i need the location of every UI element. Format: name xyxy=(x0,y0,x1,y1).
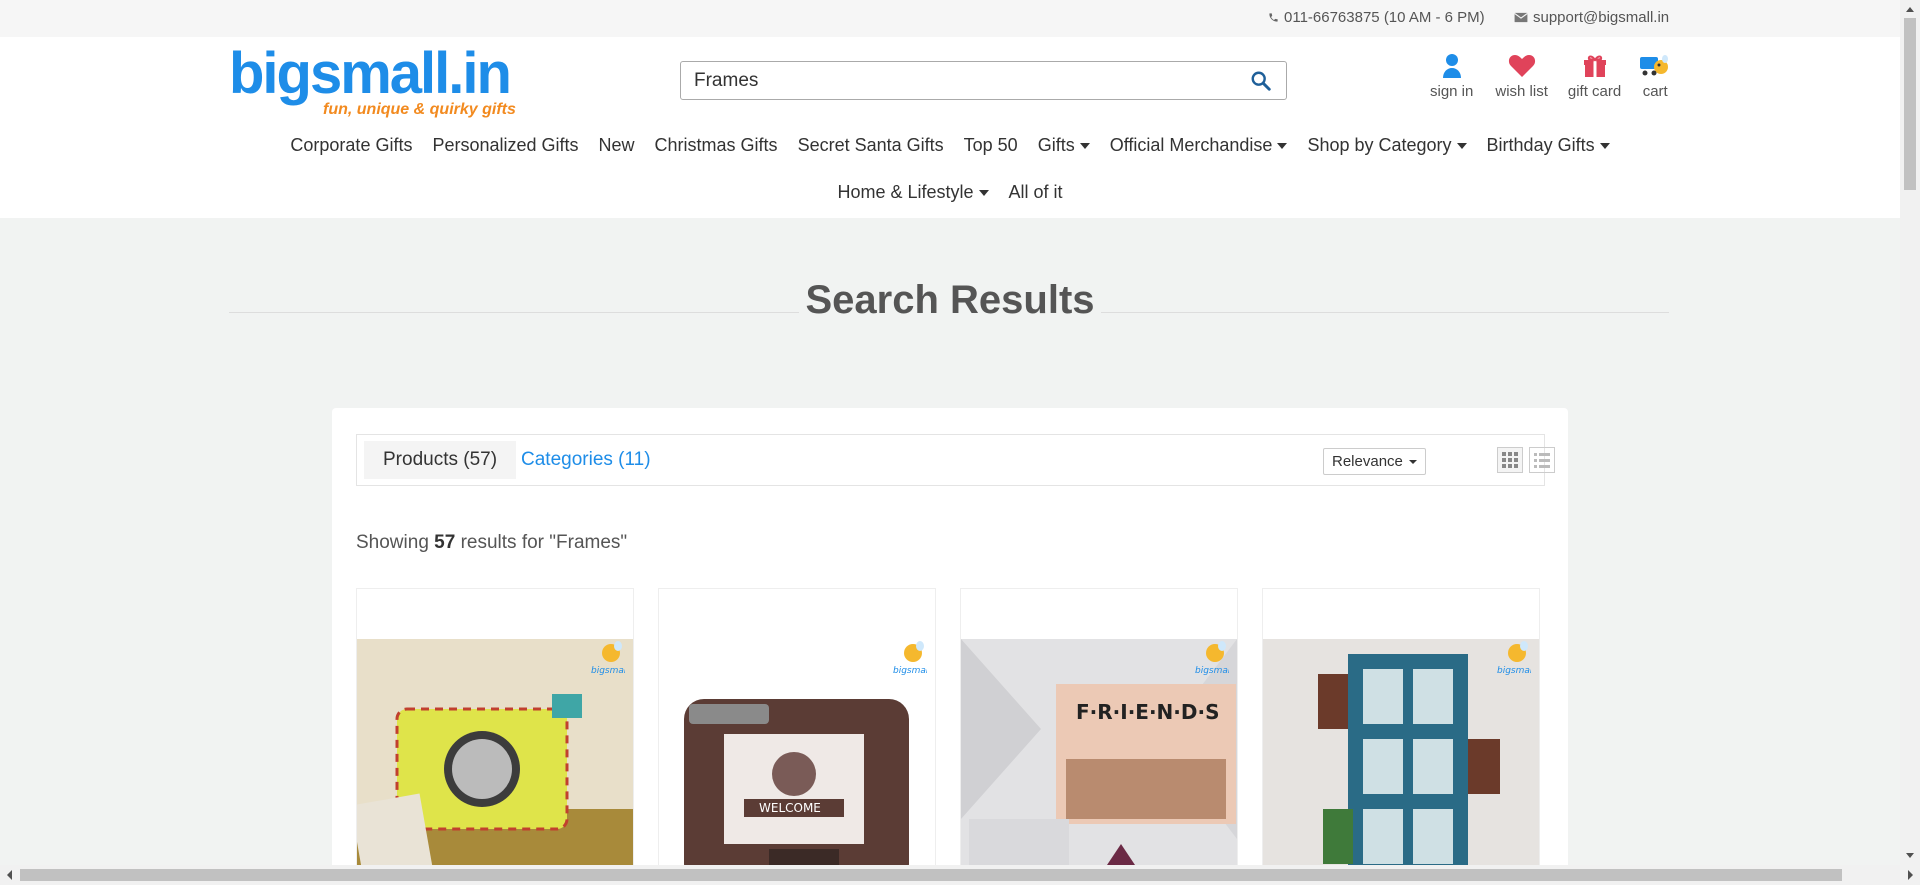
caret-down-icon xyxy=(1408,459,1417,464)
nav-label: Official Merchandise xyxy=(1109,135,1273,155)
svg-text:bigsmall: bigsmall xyxy=(1195,666,1229,676)
phone-text: 011-66763875 (10 AM - 6 PM) xyxy=(1284,9,1485,26)
nav-home-lifestyle[interactable]: Home & Lifestyle xyxy=(827,182,998,203)
search-icon[interactable] xyxy=(1250,70,1272,92)
page-title: Search Results xyxy=(805,278,1095,322)
header: bigsmall.in fun, unique & quirky gifts s… xyxy=(0,37,1900,218)
svg-text:bigsmall: bigsmall xyxy=(1497,666,1531,676)
nav-christmas-gifts[interactable]: Christmas Gifts xyxy=(645,135,788,156)
phone-icon xyxy=(1269,13,1278,22)
wish-list-label: wish list xyxy=(1495,83,1548,100)
nav-secret-santa-gifts[interactable]: Secret Santa Gifts xyxy=(788,135,954,156)
search-box xyxy=(680,61,1287,100)
caret-down-icon xyxy=(1277,142,1288,149)
gift-icon xyxy=(1583,55,1606,77)
vertical-scrollbar[interactable] xyxy=(1900,0,1920,865)
email-text: support@bigsmall.in xyxy=(1533,9,1670,26)
bigsmall-badge-icon: bigsmall xyxy=(1195,641,1229,676)
horizontal-scrollbar[interactable] xyxy=(0,865,1920,885)
scroll-up-icon[interactable] xyxy=(1900,2,1920,16)
header-icons: sign in wish list gift card cart xyxy=(1430,53,1691,100)
envelope-icon xyxy=(1514,12,1528,23)
sort-label: Relevance xyxy=(1332,453,1403,470)
site-logo[interactable]: bigsmall.in fun, unique & quirky gifts xyxy=(229,43,529,123)
main-nav-row-1: Corporate Gifts Personalized Gifts New C… xyxy=(0,135,1900,156)
grid-icon xyxy=(1502,452,1518,468)
scroll-left-icon[interactable] xyxy=(2,865,18,885)
cart-label: cart xyxy=(1642,83,1668,100)
nav-label: Shop by Category xyxy=(1307,135,1452,155)
tab-categories[interactable]: Categories (11) xyxy=(502,441,670,479)
product-card[interactable]: bigsmall xyxy=(356,588,634,885)
vertical-scroll-thumb[interactable] xyxy=(1904,18,1916,190)
nav-gifts[interactable]: Gifts xyxy=(1028,135,1100,156)
nav-label: All of it xyxy=(1008,182,1063,202)
results-count: 57 xyxy=(434,532,456,553)
nav-official-merchandise[interactable]: Official Merchandise xyxy=(1100,135,1298,156)
nav-label: Gifts xyxy=(1037,135,1075,155)
sign-in-label: sign in xyxy=(1430,83,1474,100)
horizontal-scroll-thumb[interactable] xyxy=(20,869,1842,881)
svg-text:WELCOME: WELCOME xyxy=(759,801,821,815)
list-view-button[interactable] xyxy=(1529,447,1555,473)
svg-text:bigsmall: bigsmall xyxy=(893,666,927,676)
nav-label: Christmas Gifts xyxy=(654,135,778,155)
tab-products[interactable]: Products (57) xyxy=(364,441,517,479)
caret-down-icon xyxy=(1456,142,1467,149)
nav-corporate-gifts[interactable]: Corporate Gifts xyxy=(280,135,422,156)
main-nav-row-2: Home & Lifestyle All of it xyxy=(0,182,1900,203)
nav-personalized-gifts[interactable]: Personalized Gifts xyxy=(422,135,588,156)
title-divider-right xyxy=(1101,312,1669,313)
sign-in-link[interactable]: sign in xyxy=(1430,53,1473,100)
bigsmall-badge-icon: bigsmall xyxy=(893,641,927,676)
gift-card-label: gift card xyxy=(1567,83,1622,100)
nav-label: New xyxy=(598,135,635,155)
nav-shop-by-category[interactable]: Shop by Category xyxy=(1297,135,1476,156)
results-panel: Products (57) Categories (11) Relevance … xyxy=(332,408,1568,885)
nav-label: Birthday Gifts xyxy=(1486,135,1595,155)
showing-suffix: results for "Frames" xyxy=(460,532,628,553)
email-contact[interactable]: support@bigsmall.in xyxy=(1514,9,1669,26)
gift-card-link[interactable]: gift card xyxy=(1568,53,1621,100)
nav-new[interactable]: New xyxy=(589,135,645,156)
wish-list-link[interactable]: wish list xyxy=(1495,53,1548,100)
nav-label: Home & Lifestyle xyxy=(837,182,974,202)
bigsmall-badge-icon: bigsmall xyxy=(591,641,625,676)
logo-wordmark: bigsmall.in xyxy=(229,41,512,106)
svg-text:bigsmall: bigsmall xyxy=(591,666,625,676)
search-input[interactable] xyxy=(681,62,1221,99)
top-bar: 011-66763875 (10 AM - 6 PM) support@bigs… xyxy=(0,0,1900,37)
nav-label: Corporate Gifts xyxy=(290,135,413,155)
list-icon xyxy=(1534,453,1550,468)
scroll-right-icon[interactable] xyxy=(1902,865,1918,885)
showing-prefix: Showing xyxy=(356,532,429,553)
phone-contact[interactable]: 011-66763875 (10 AM - 6 PM) xyxy=(1268,9,1485,26)
product-card[interactable]: WELCOME bigsmall xyxy=(658,588,936,885)
caret-down-icon xyxy=(978,189,989,196)
results-summary: Showing 57 results for "Frames" xyxy=(356,532,627,554)
grid-view-button[interactable] xyxy=(1497,447,1523,473)
scroll-down-icon[interactable] xyxy=(1900,849,1920,863)
results-tabs-bar: Products (57) Categories (11) Relevance xyxy=(356,434,1555,486)
caret-down-icon xyxy=(1599,142,1610,149)
bigsmall-badge-icon: bigsmall xyxy=(1497,641,1531,676)
cart-icon xyxy=(1640,55,1669,76)
svg-text:F·R·I·E·N·D·S: F·R·I·E·N·D·S xyxy=(1076,700,1220,724)
cart-link[interactable]: cart xyxy=(1639,53,1671,100)
product-card[interactable]: F·R·I·E·N·D·S bigsmall xyxy=(960,588,1238,885)
sort-select[interactable]: Relevance xyxy=(1323,448,1426,475)
logo-tagline: fun, unique & quirky gifts xyxy=(323,101,516,118)
caret-down-icon xyxy=(1079,142,1090,149)
heart-icon xyxy=(1508,55,1535,77)
nav-label: Personalized Gifts xyxy=(432,135,579,155)
nav-label: Secret Santa Gifts xyxy=(797,135,944,155)
nav-top-50[interactable]: Top 50 xyxy=(954,135,1028,156)
nav-label: Top 50 xyxy=(963,135,1018,155)
nav-all-of-it[interactable]: All of it xyxy=(999,182,1073,203)
product-card[interactable]: bigsmall xyxy=(1262,588,1540,885)
nav-birthday-gifts[interactable]: Birthday Gifts xyxy=(1477,135,1620,156)
user-icon xyxy=(1442,54,1461,78)
